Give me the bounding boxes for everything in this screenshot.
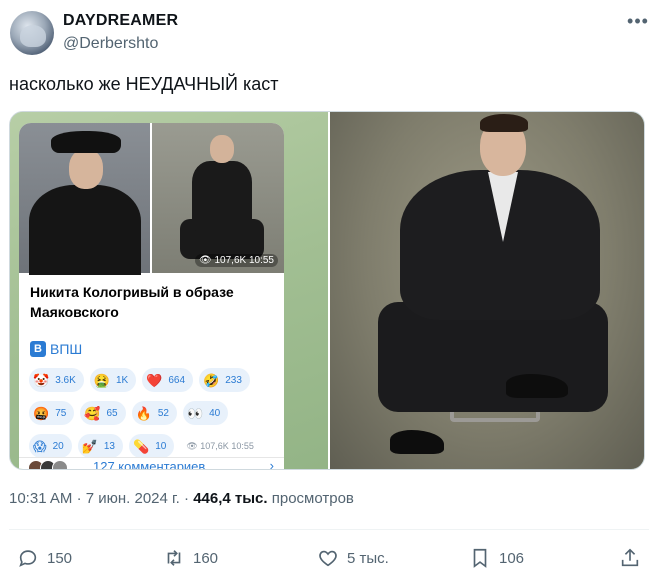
reaction-love: 🥰 65 xyxy=(80,401,126,425)
repost-count: 160 xyxy=(193,549,219,567)
post-photo-hat xyxy=(19,123,150,275)
display-name[interactable]: DAYDREAMER xyxy=(63,12,178,30)
reaction-vomit: 🤮 1K xyxy=(89,368,137,392)
share-icon xyxy=(621,548,639,567)
like-count: 5 тыс. xyxy=(347,549,389,567)
tweet-date[interactable]: 7 июн. 2024 г. xyxy=(86,490,180,507)
bookmark-button[interactable]: 106 xyxy=(469,545,524,571)
reaction-nails: 💅 13 xyxy=(77,434,123,458)
channel-logo-icon: B xyxy=(30,341,46,357)
tweet-header: DAYDREAMER @Derbershto ••• xyxy=(8,8,658,58)
reply-count: 150 xyxy=(47,549,73,567)
reaction-heart: ❤️ 664 xyxy=(142,368,194,392)
eye-icon: 👁 xyxy=(186,440,198,451)
reply-icon xyxy=(19,550,37,567)
reaction-eyes: 👀 40 xyxy=(182,401,229,425)
media-image-right[interactable] xyxy=(330,112,644,469)
like-button[interactable]: 5 тыс. xyxy=(317,545,389,571)
meta-separator: · xyxy=(76,490,86,507)
heart-icon xyxy=(319,550,337,567)
avatar[interactable] xyxy=(10,11,54,55)
actions-divider xyxy=(9,529,649,530)
reaction-angry: 🤬 75 xyxy=(29,401,75,425)
reaction-scream: 😱 20 xyxy=(29,434,72,458)
post-channel: B ВПШ xyxy=(30,341,82,357)
reaction-rofl: 🤣 233 xyxy=(199,368,250,392)
views-label: просмотров xyxy=(271,490,354,507)
meta-separator: · xyxy=(184,490,194,507)
media-image-left[interactable]: 👁 107,6K 10:55 Никита Кологривый в образ… xyxy=(10,112,328,470)
reaction-clown: 🤡 3.6K xyxy=(29,368,84,392)
bookmark-icon xyxy=(473,548,487,568)
telegram-post-card: 👁 107,6K 10:55 Никита Кологривый в образ… xyxy=(19,123,284,470)
reply-button[interactable]: 150 xyxy=(17,545,72,571)
user-handle[interactable]: @Derbershto xyxy=(63,35,158,53)
eye-icon: 👁 xyxy=(199,255,212,266)
comments-bar: 127 комментариев › xyxy=(19,457,284,470)
figure-hair xyxy=(480,114,528,132)
tweet-text: насколько же НЕУДАЧНЫЙ каст xyxy=(9,74,279,94)
post-views-time: 👁 107,6K 10:55 xyxy=(186,440,254,451)
repost-icon xyxy=(167,550,181,566)
post-photo-chair: 👁 107,6K 10:55 xyxy=(152,123,284,273)
commenter-avatars xyxy=(28,460,78,469)
tweet-actions: 150 160 5 тыс. 106 xyxy=(9,545,649,571)
reaction-fire: 🔥 52 xyxy=(131,401,177,425)
reaction-pill: 💊 10 xyxy=(129,434,175,458)
more-icon[interactable]: ••• xyxy=(624,12,652,32)
repost-button[interactable]: 160 xyxy=(163,545,218,571)
figure-shoe-left xyxy=(390,430,444,454)
chevron-right-icon: › xyxy=(269,458,274,470)
reactions: 🤡 3.6K 🤮 1K ❤️ 664 🤣 233 🤬 75 🥰 65 🔥 52 👀 40 😱 20… xyxy=(29,368,279,467)
views-count: 446,4 тыс. xyxy=(193,490,268,507)
tweet-time[interactable]: 10:31 AM xyxy=(9,490,72,507)
tweet-media[interactable]: 👁 107,6K 10:55 Никита Кологривый в образ… xyxy=(9,111,645,470)
comments-count: 127 комментариев xyxy=(93,459,206,470)
post-title: Никита Кологривый в образе Маяковского xyxy=(30,284,234,320)
photo-views-badge: 👁 107,6K 10:55 xyxy=(195,254,278,267)
tweet-meta: 10:31 AM · 7 июн. 2024 г. · 446,4 тыс. п… xyxy=(9,490,354,507)
bookmark-count: 106 xyxy=(499,549,525,567)
share-button[interactable] xyxy=(619,545,641,571)
